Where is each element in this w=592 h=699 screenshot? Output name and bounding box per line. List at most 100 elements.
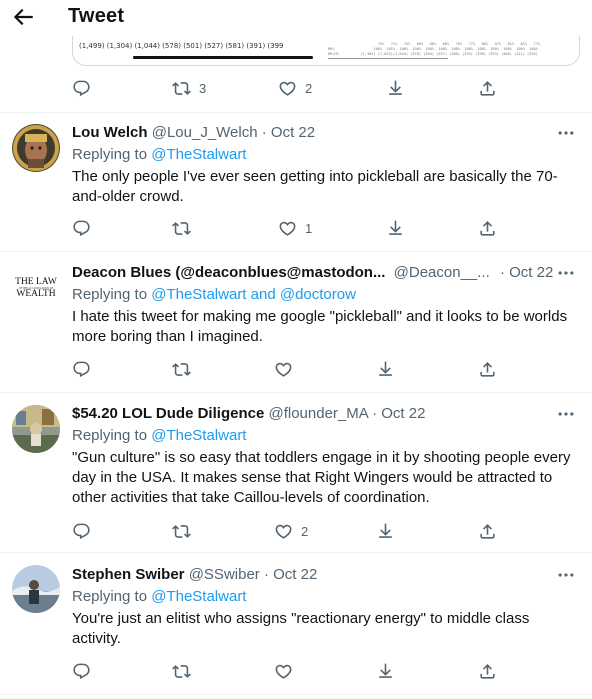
user-handle[interactable]: @Lou_J_Welch [152, 124, 258, 141]
avatar-text-bottom: WEALTH [16, 289, 56, 299]
separator-dot: · [263, 566, 269, 583]
tweet-text: I hate this tweet for making me google "… [72, 308, 568, 345]
retweet-button[interactable] [172, 218, 199, 238]
tweet-date[interactable]: Oct 22 [271, 124, 315, 141]
like-count: 2 [305, 80, 313, 96]
reply-button[interactable] [72, 218, 91, 238]
share-button[interactable] [478, 359, 497, 379]
share-button[interactable] [478, 218, 497, 238]
retweet-button[interactable] [172, 661, 199, 681]
replying-prefix: Replying to [72, 286, 152, 303]
replying-to-line: Replying to @TheStalwart [72, 587, 246, 607]
reply-button[interactable] [72, 521, 91, 541]
tweet-text: The only people I've ever seen getting i… [72, 168, 558, 205]
tweet-actions [72, 661, 512, 681]
share-button[interactable] [478, 521, 497, 541]
reply-icon [72, 522, 91, 541]
separator-dot: · [372, 405, 378, 422]
tweet-media-image[interactable]: (1,499) (1,304) (1,044) (578) (501) (527… [72, 36, 580, 66]
bookmark-button[interactable] [386, 78, 405, 98]
bookmark-button[interactable] [376, 521, 395, 541]
display-name[interactable]: Deacon Blues (@deaconblues@mastodon... [72, 264, 385, 281]
bookmark-icon [376, 662, 395, 681]
bookmark-icon [376, 522, 395, 541]
mention-link[interactable]: @TheStalwart and @doctorow [151, 286, 356, 303]
avatar[interactable] [12, 124, 60, 172]
share-icon [478, 79, 497, 98]
like-count: 1 [305, 220, 313, 236]
media-underline [133, 56, 313, 59]
share-button[interactable] [478, 661, 497, 681]
display-name[interactable]: Lou Welch [72, 124, 148, 141]
media-table-values: (1,499) (1,304) (1,044) (578) (501) (527… [79, 42, 284, 50]
tweet-text: "Gun culture" is so easy that toddlers e… [72, 449, 571, 506]
reply-tweet[interactable]: Stephen Swiber @SSwiber · Oct 22 Replyin… [0, 553, 592, 693]
tweet-date[interactable]: Oct 22 [381, 405, 425, 422]
tweet-header: $54.20 LOL Dude Diligence @flounder_MA ·… [72, 404, 425, 424]
reply-button[interactable] [72, 661, 91, 681]
more-icon[interactable] [556, 263, 580, 283]
share-button[interactable] [478, 78, 497, 98]
like-button[interactable]: 2 [274, 521, 308, 541]
reply-tweet[interactable]: THE LAW OF THE ACCUMULATION OF WEALTH De… [0, 252, 592, 392]
user-handle[interactable]: @flounder_MA [268, 405, 367, 422]
reply-button[interactable] [72, 359, 91, 379]
tweet-header: Stephen Swiber @SSwiber · Oct 22 [72, 565, 317, 585]
back-arrow-icon[interactable] [10, 4, 36, 30]
user-handle[interactable]: @SSwiber [189, 566, 260, 583]
retweet-button[interactable] [172, 359, 199, 379]
more-icon[interactable] [556, 404, 580, 424]
separator-dot: · [499, 264, 505, 281]
divider [0, 694, 592, 695]
replying-prefix: Replying to [72, 427, 152, 444]
main-tweet-actions: 3 2 [72, 78, 512, 98]
bookmark-button[interactable] [376, 661, 395, 681]
replying-prefix: Replying to [72, 588, 152, 605]
like-button[interactable] [274, 359, 301, 379]
like-button[interactable]: 1 [278, 218, 312, 238]
tweet-date[interactable]: Oct 22 [509, 264, 553, 281]
tweet-actions [72, 359, 512, 379]
like-icon [278, 79, 297, 98]
reply-icon [72, 79, 91, 98]
retweet-icon [172, 522, 191, 541]
user-handle[interactable]: @Deacon__... [394, 264, 490, 281]
bookmark-button[interactable] [386, 218, 405, 238]
like-count: 2 [301, 523, 309, 539]
retweet-button[interactable] [172, 521, 199, 541]
mention-link[interactable]: @TheStalwart [151, 427, 246, 444]
tweet-actions: 1 [72, 218, 512, 238]
replying-prefix: Replying to [72, 146, 152, 163]
share-icon [478, 219, 497, 238]
retweet-icon [172, 662, 191, 681]
more-icon[interactable] [556, 123, 580, 143]
reply-tweet[interactable]: $54.20 LOL Dude Diligence @flounder_MA ·… [0, 393, 592, 551]
tweet-date[interactable]: Oct 22 [273, 566, 317, 583]
display-name[interactable]: Stephen Swiber [72, 566, 185, 583]
avatar[interactable] [12, 405, 60, 453]
mention-link[interactable]: @TheStalwart [151, 146, 246, 163]
reply-icon [72, 662, 91, 681]
tweet-header: Lou Welch @Lou_J_Welch · Oct 22 [72, 123, 315, 143]
bookmark-icon [386, 79, 405, 98]
retweet-button[interactable]: 3 [172, 78, 206, 98]
retweet-icon [172, 360, 191, 379]
retweet-icon [172, 79, 191, 98]
reply-tweet[interactable]: Lou Welch @Lou_J_Welch · Oct 22 Replying… [0, 113, 592, 251]
like-icon [274, 522, 293, 541]
bookmark-icon [376, 360, 395, 379]
more-icon[interactable] [556, 565, 580, 585]
page-title: Tweet [68, 5, 125, 27]
replying-to-line: Replying to @TheStalwart [72, 145, 246, 165]
media-rule [328, 58, 448, 59]
avatar[interactable] [12, 565, 60, 613]
avatar[interactable]: THE LAW OF THE ACCUMULATION OF WEALTH [12, 264, 60, 312]
tweet-actions: 2 [72, 521, 512, 541]
mention-link[interactable]: @TheStalwart [151, 588, 246, 605]
bookmark-button[interactable] [376, 359, 395, 379]
reply-button[interactable] [72, 78, 91, 98]
like-button[interactable]: 2 [278, 78, 312, 98]
like-button[interactable] [274, 661, 301, 681]
like-icon [274, 662, 293, 681]
display-name[interactable]: $54.20 LOL Dude Diligence [72, 405, 264, 422]
